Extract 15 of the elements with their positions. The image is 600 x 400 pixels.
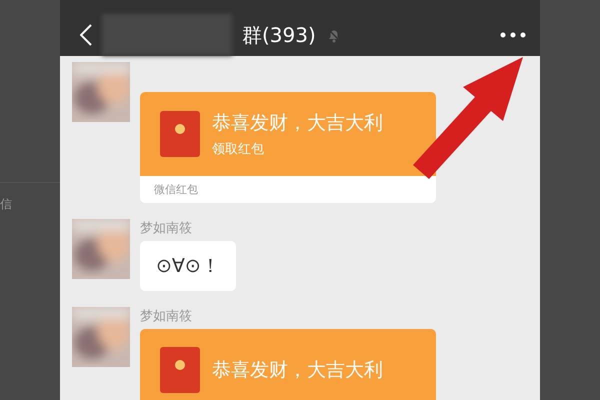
packet-footer: 微信红包 <box>140 176 436 203</box>
sender-name: 梦如南筱 <box>140 220 193 237</box>
packet-action: 领取红包 <box>212 141 265 158</box>
envelope-icon <box>160 111 200 157</box>
gift-packet-message[interactable]: 恭喜发财，大吉大利 领取红包 微信红包 <box>140 92 436 203</box>
back-icon[interactable] <box>80 24 92 46</box>
side-label: 信 <box>0 197 12 211</box>
sender-name: 梦如南筱 <box>140 308 193 325</box>
packet-greeting: 恭喜发财，大吉大利 <box>212 358 383 383</box>
message-bubble: ⊙∀⊙！ <box>140 241 236 291</box>
envelope-icon <box>160 347 200 393</box>
packet-greeting: 恭喜发财，大吉大利 <box>212 111 383 136</box>
more-icon[interactable] <box>500 32 526 38</box>
chat-title: 群(393) <box>242 22 316 48</box>
gift-packet-message[interactable]: 恭喜发财，大吉大利 <box>140 329 436 400</box>
